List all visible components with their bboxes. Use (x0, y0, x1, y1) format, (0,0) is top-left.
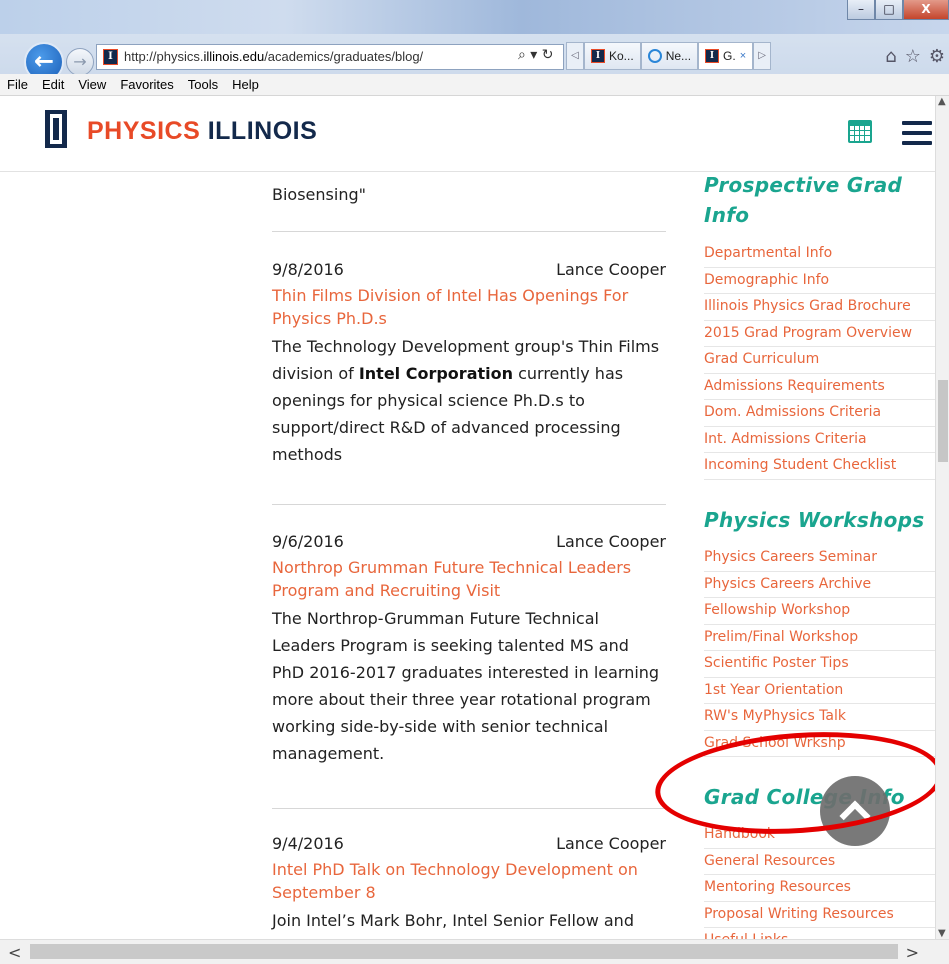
sidebar-list-grad-college: Handbook General Resources Mentoring Res… (704, 822, 935, 939)
post-author: Lance Cooper (556, 260, 666, 279)
tab-ko[interactable]: I Ko... (584, 42, 641, 70)
post-date: 9/8/2016 (272, 260, 344, 279)
tab-g-active[interactable]: I G. × (698, 42, 754, 70)
post-separator (272, 504, 666, 505)
horizontal-scrollbar[interactable]: < > (0, 939, 949, 964)
post-title-link[interactable]: Northrop Grumman Future Technical Leader… (272, 556, 666, 602)
illinois-favicon-icon: I (591, 49, 605, 63)
menu-tools[interactable]: Tools (181, 77, 225, 92)
post-body: Join Intel’s Mark Bohr, Intel Senior Fel… (272, 911, 634, 930)
address-bar[interactable]: I http://physics.illinois.edu/academics/… (96, 44, 564, 70)
menu-view[interactable]: View (71, 77, 113, 92)
post-date: 9/6/2016 (272, 532, 344, 551)
tab-strip: ◁ I Ko... Ne... I G. × ▷ (566, 42, 772, 70)
calendar-icon[interactable] (848, 120, 872, 143)
horizontal-scroll-thumb[interactable] (30, 944, 898, 959)
sidebar-list-prospective: Departmental Info Demographic Info Illin… (704, 241, 935, 480)
forward-arrow-icon[interactable]: → (66, 48, 94, 76)
tab-label: G. (723, 49, 736, 63)
sidebar-link[interactable]: Admissions Requirements (704, 374, 935, 400)
brand-illinois: ILLINOIS (207, 117, 318, 145)
page-content: Biosensing" 9/8/2016 Lance Cooper Thin F… (0, 172, 935, 939)
post-date: 9/4/2016 (272, 834, 344, 853)
sidebar-link[interactable]: RW's MyPhysics Talk (704, 704, 935, 731)
sidebar-link[interactable]: Departmental Info (704, 241, 935, 268)
site-brand[interactable]: PHYSICS ILLINOIS (87, 117, 317, 146)
post-body: The Northrop-Grumman Future Technical Le… (272, 609, 660, 763)
illinois-favicon-icon: I (103, 49, 118, 65)
sidebar-link[interactable]: Physics Careers Seminar (704, 545, 935, 572)
sidebar-link[interactable]: General Resources (704, 849, 935, 875)
vertical-scrollbar[interactable]: ▲ ▼ (935, 96, 949, 939)
sidebar-link[interactable]: Useful Links (704, 928, 935, 939)
scroll-right-icon[interactable]: > (906, 943, 919, 962)
sidebar-link[interactable]: Proposal Writing Resources (704, 902, 935, 928)
sidebar-link[interactable]: Prelim/Final Workshop (704, 625, 935, 651)
sidebar-link[interactable]: Int. Admissions Criteria (704, 427, 935, 453)
navigation-row: ← → I http://physics.illinois.edu/academ… (0, 34, 949, 82)
tab-label: Ko... (609, 49, 634, 63)
menu-file[interactable]: File (0, 77, 35, 92)
tab-ne[interactable]: Ne... (640, 42, 699, 70)
sidebar-link[interactable]: 2015 Grad Program Overview (704, 321, 935, 347)
browser-tools: ⌂ ☆ ⚙ (885, 46, 949, 67)
sidebar-link[interactable]: 1st Year Orientation (704, 678, 935, 704)
sidebar-link[interactable]: Dom. Admissions Criteria (704, 400, 935, 427)
sidebar-link[interactable]: Demographic Info (704, 268, 935, 294)
back-to-top-chevron-icon[interactable] (820, 776, 890, 846)
post-separator (272, 231, 666, 232)
post-title-link[interactable]: Thin Films Division of Intel Has Opening… (272, 284, 666, 330)
close-button[interactable]: X (903, 0, 949, 20)
scroll-up-icon[interactable]: ▲ (938, 96, 946, 107)
settings-gear-icon[interactable]: ⚙ (929, 46, 945, 67)
sidebar-link[interactable]: Handbook (704, 822, 935, 849)
site-header: PHYSICS ILLINOIS (0, 96, 935, 172)
menu-help[interactable]: Help (225, 77, 266, 92)
tab-label: Ne... (665, 49, 692, 63)
title-bar: – □ X (0, 0, 949, 34)
hamburger-menu-icon[interactable] (902, 121, 932, 145)
favorites-star-icon[interactable]: ☆ (905, 46, 921, 67)
window-controls: – □ X (847, 0, 949, 22)
vertical-scroll-thumb[interactable] (938, 380, 948, 462)
scroll-left-icon[interactable]: < (8, 943, 21, 962)
sidebar-link[interactable]: Fellowship Workshop (704, 598, 935, 625)
maximize-button[interactable]: □ (875, 0, 903, 20)
post-author: Lance Cooper (556, 532, 666, 551)
sidebar-link[interactable]: Grad School Wrkshp (704, 731, 935, 757)
post-title-link[interactable]: Intel PhD Talk on Technology Development… (272, 858, 666, 904)
post-author: Lance Cooper (556, 834, 666, 853)
sidebar-link[interactable]: Illinois Physics Grad Brochure (704, 294, 935, 321)
sidebar-link[interactable]: Incoming Student Checklist (704, 453, 935, 480)
home-icon[interactable]: ⌂ (885, 46, 896, 67)
tab-close-icon[interactable]: × (740, 50, 746, 62)
address-controls[interactable]: ⌕ ▾ ↻ (518, 47, 554, 63)
tab-scroll-right-icon[interactable]: ▷ (753, 42, 772, 70)
post-separator (272, 808, 666, 809)
sidebar-heading-prospective: Prospective Grad Info (704, 173, 903, 227)
previous-post-tail: Biosensing" (272, 185, 366, 204)
url-text[interactable]: http://physics.illinois.edu/academics/gr… (124, 49, 423, 64)
tab-scroll-left-icon[interactable]: ◁ (566, 42, 584, 70)
menu-favorites[interactable]: Favorites (113, 77, 180, 92)
menu-bar: File Edit View Favorites Tools Help (0, 74, 949, 96)
ie-favicon-icon (647, 49, 662, 63)
scroll-down-icon[interactable]: ▼ (938, 928, 946, 939)
brand-physics: PHYSICS (87, 117, 201, 145)
illinois-favicon-icon: I (705, 49, 720, 63)
sidebar-link[interactable]: Physics Careers Archive (704, 572, 935, 598)
menu-edit[interactable]: Edit (35, 77, 71, 92)
sidebar-list-workshops: Physics Careers Seminar Physics Careers … (704, 545, 935, 757)
sidebar-link[interactable]: Grad Curriculum (704, 347, 935, 374)
post-body: The Technology Development group's Thin … (272, 337, 660, 464)
illinois-logo-icon[interactable] (45, 110, 67, 148)
minimize-button[interactable]: – (847, 0, 875, 20)
sidebar-link[interactable]: Mentoring Resources (704, 875, 935, 902)
sidebar-link[interactable]: Scientific Poster Tips (704, 651, 935, 678)
sidebar-heading-workshops: Physics Workshops (704, 508, 925, 532)
browser-chrome: – □ X ← → I http://physics.illinois.edu/… (0, 0, 949, 96)
